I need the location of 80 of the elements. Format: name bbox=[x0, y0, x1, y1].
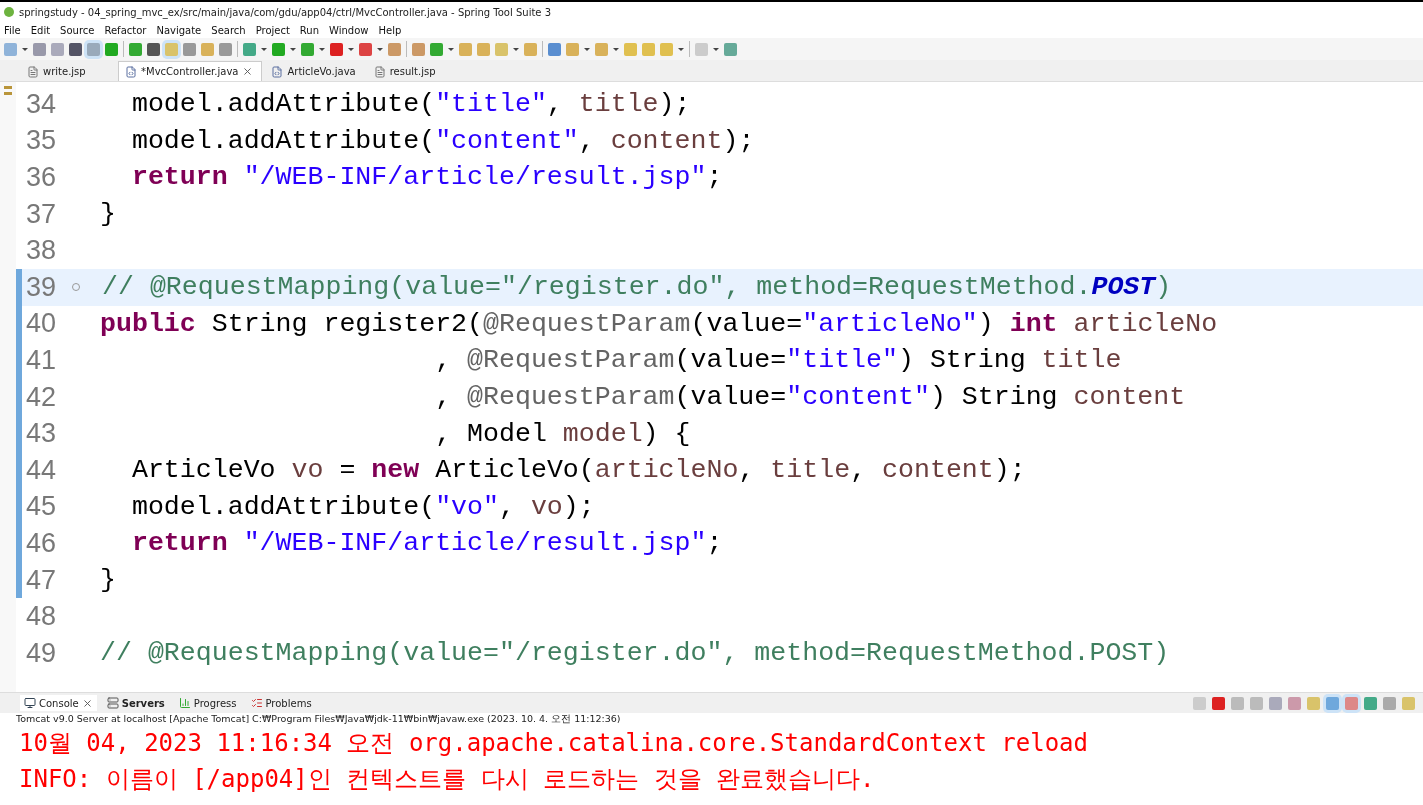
tab-label: Progress bbox=[193, 697, 237, 709]
line-number: 42 bbox=[25, 381, 58, 413]
list-icon bbox=[250, 697, 263, 709]
caret-icon[interactable] bbox=[348, 47, 354, 51]
code-line: } bbox=[100, 565, 116, 595]
menu-item[interactable]: Edit bbox=[30, 24, 51, 36]
line-number: 48 bbox=[25, 601, 58, 633]
line-number: 49 bbox=[25, 637, 58, 669]
console-output-line: 10월 04, 2023 11:16:34 오전 org.apache.catalina.core.StandardContext reload bbox=[19, 728, 1089, 759]
menu-item[interactable]: File bbox=[4, 24, 21, 36]
menu-item[interactable]: Window bbox=[329, 24, 369, 36]
code-line: model.addAttribute("vo", vo); bbox=[130, 491, 595, 522]
code-line: // @RequestMapping(value="/register.do", method=RequestMethod.POST) bbox=[102, 272, 1172, 303]
code-line: // @RequestMapping(value="/register.do", method=RequestMethod.POST) bbox=[100, 638, 1170, 669]
line-number: 44 bbox=[25, 454, 58, 486]
editor-tab[interactable]: result.jsp bbox=[366, 61, 463, 81]
editor-tab[interactable]: write.jsp bbox=[20, 61, 116, 81]
caret-icon[interactable] bbox=[513, 47, 519, 51]
line-number: 47 bbox=[25, 564, 58, 596]
file-icon bbox=[373, 65, 386, 78]
progress-icon bbox=[178, 697, 191, 709]
code-line: } bbox=[100, 199, 116, 230]
menu-item[interactable]: Source bbox=[60, 24, 95, 36]
caret-icon[interactable] bbox=[613, 47, 619, 51]
line-number: 45 bbox=[25, 491, 58, 523]
code-line: return "/WEB-INF/article/result.jsp"; bbox=[130, 162, 723, 193]
caret-icon[interactable] bbox=[22, 47, 28, 51]
line-number: 39 bbox=[25, 271, 58, 303]
line-number: 38 bbox=[25, 235, 58, 267]
caret-icon[interactable] bbox=[290, 47, 296, 51]
menu-item[interactable]: Refactor bbox=[104, 24, 147, 36]
menu-item[interactable]: Help bbox=[378, 24, 402, 36]
menu-item[interactable]: Navigate bbox=[156, 24, 202, 36]
tab-label: Console bbox=[39, 697, 79, 709]
code-line: public String register2(@RequestParam(value="articleNo") int articleNo bbox=[100, 308, 1218, 339]
menu-item[interactable]: Run bbox=[299, 24, 320, 36]
tab-label: ArticleVo.java bbox=[287, 66, 356, 77]
tab-label: Servers bbox=[121, 697, 165, 709]
file-icon bbox=[27, 65, 39, 78]
line-number: 34 bbox=[25, 88, 58, 120]
view-tab[interactable]: Progress bbox=[174, 695, 241, 711]
view-tab[interactable]: Console bbox=[20, 695, 97, 711]
window-title: springstudy - 04_spring_mvc_ex/src/main/java/com/gdu/app04/ctrl/MvcController.java - Spring Tool Suite 3 bbox=[19, 6, 552, 18]
caret-icon[interactable] bbox=[678, 47, 684, 51]
tab-label: result.jsp bbox=[389, 66, 436, 77]
line-number: 36 bbox=[25, 162, 58, 193]
line-number: 43 bbox=[25, 418, 58, 450]
code-line: return "/WEB-INF/article/result.jsp"; bbox=[130, 528, 723, 559]
code-line: ArticleVo vo = new ArticleVo(articleNo, title, content); bbox=[130, 455, 1026, 486]
editor-tab[interactable]: ArticleVo.java bbox=[264, 61, 365, 81]
tab-label: write.jsp bbox=[43, 66, 86, 77]
java-file-icon bbox=[271, 65, 284, 78]
caret-icon[interactable] bbox=[713, 47, 719, 51]
tab-label: *MvcController.java bbox=[141, 66, 239, 77]
code-line: model.addAttribute("content", content); bbox=[130, 125, 755, 156]
menu-item[interactable]: Project bbox=[255, 24, 290, 36]
tab-label: Problems bbox=[265, 697, 312, 709]
line-number: 40 bbox=[25, 308, 58, 340]
code-line: , @RequestParam(value="content") String content bbox=[434, 382, 1186, 413]
caret-icon[interactable] bbox=[377, 47, 383, 51]
line-number: 35 bbox=[25, 125, 58, 157]
leaf-logo-icon bbox=[3, 6, 15, 18]
view-tab[interactable]: Problems bbox=[246, 695, 316, 711]
caret-icon[interactable] bbox=[261, 47, 267, 51]
line-number: 41 bbox=[25, 344, 58, 376]
caret-icon[interactable] bbox=[584, 47, 590, 51]
quick-diff-icon bbox=[4, 86, 12, 96]
code-line: , @RequestParam(value="title") String title bbox=[434, 345, 1122, 376]
java-file-icon bbox=[125, 65, 137, 78]
console-output-line: INFO: 이름이 [/app04]인 컨텍스트를 다시 로드하는 것을 완료했습니다. bbox=[19, 764, 876, 795]
view-tab[interactable]: Servers bbox=[102, 695, 169, 711]
server-icon bbox=[106, 697, 119, 709]
line-number: 46 bbox=[25, 527, 58, 559]
line-number: 37 bbox=[25, 198, 58, 230]
code-line: model.addAttribute("title", title); bbox=[130, 89, 691, 120]
caret-icon[interactable] bbox=[319, 47, 325, 51]
editor-tab[interactable]: *MvcController.java bbox=[118, 61, 263, 81]
code-line: , Model model) { bbox=[434, 418, 691, 449]
menu-item[interactable]: Search bbox=[211, 24, 246, 36]
caret-icon[interactable] bbox=[448, 47, 454, 51]
